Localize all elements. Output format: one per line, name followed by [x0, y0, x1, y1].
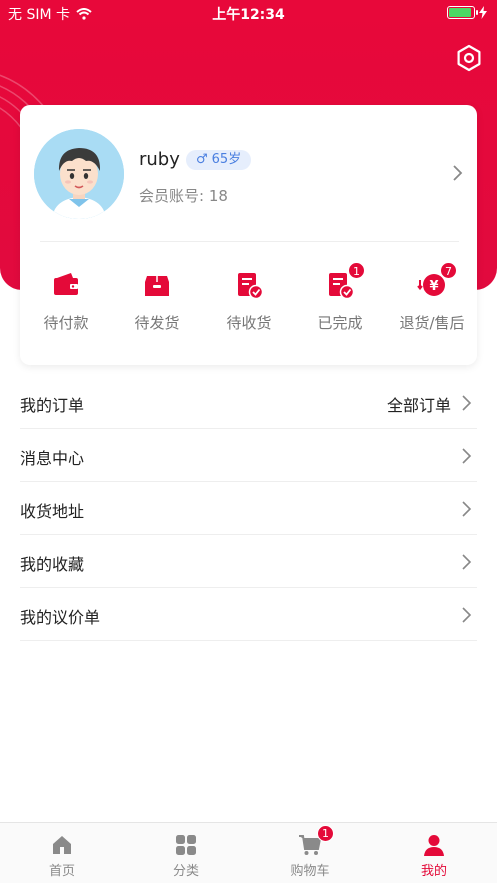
- cart-count-badge: 1: [317, 825, 334, 842]
- menu-item-label: 我的议价单: [20, 608, 101, 627]
- menu-item-price-negotiations[interactable]: 我的议价单: [20, 588, 477, 641]
- order-status-label: 待收货: [226, 314, 272, 332]
- wallet-icon: [51, 270, 81, 300]
- chevron-right-icon: [462, 395, 472, 411]
- order-status-label: 退货/售后: [399, 314, 465, 332]
- menu-item-label: 我的收藏: [20, 555, 85, 574]
- tab-label: 分类: [172, 864, 199, 879]
- male-gender-icon: ♂: [196, 152, 208, 167]
- battery-indicator: [447, 6, 487, 19]
- avatar-boy-icon: [34, 129, 124, 219]
- member-account-label: 会员账号:: [139, 187, 205, 205]
- order-status-pending-receipt[interactable]: 待收货: [203, 270, 295, 340]
- order-status-row: 待付款 待发货 待收货 1 已完成 ¥ 7 退货/售后: [20, 262, 478, 340]
- tab-cart[interactable]: 1 购物车: [248, 823, 372, 883]
- order-status-refund-aftersale[interactable]: ¥ 7 退货/售后: [386, 262, 478, 340]
- cart-icon: 1: [298, 825, 334, 857]
- menu-item-message-center[interactable]: 消息中心: [20, 429, 477, 482]
- order-count-badge: 1: [348, 262, 365, 279]
- profile-detail-button[interactable]: [450, 163, 466, 183]
- menu-item-label: 我的订单: [20, 396, 85, 415]
- status-time: 上午12:34: [212, 7, 285, 23]
- receipt-check-icon: [234, 270, 264, 300]
- battery-level-fill: [449, 8, 471, 17]
- bottom-tab-bar: 首页 分类 1 购物车 我的: [0, 822, 497, 883]
- chevron-right-icon: [453, 165, 463, 181]
- order-status-label: 待付款: [43, 314, 89, 332]
- chevron-right-icon: [462, 607, 472, 623]
- profile-card: ruby ♂ 65岁 会员账号: 18 待付款 待发货 待收货 1 已完成 ¥ …: [20, 105, 477, 365]
- svg-text:¥: ¥: [429, 279, 438, 294]
- home-icon: [50, 833, 74, 857]
- avatar[interactable]: [34, 129, 124, 219]
- menu-item-label: 收货地址: [20, 502, 85, 521]
- package-icon: [142, 270, 172, 300]
- order-count-badge: 7: [440, 262, 457, 279]
- order-status-pending-shipment[interactable]: 待发货: [111, 270, 203, 340]
- charging-bolt-icon: [479, 6, 487, 19]
- completed-check-icon: 1: [325, 262, 365, 300]
- order-status-label: 待发货: [134, 314, 180, 332]
- tab-category[interactable]: 分类: [124, 823, 248, 883]
- member-account: 会员账号: 18: [139, 185, 228, 206]
- menu-list: 我的订单 全部订单 消息中心 收货地址 我的收藏 我的议价单: [20, 376, 477, 641]
- category-grid-icon: [174, 833, 198, 857]
- gender-age-tag: ♂ 65岁: [186, 150, 252, 170]
- chevron-right-icon: [462, 554, 472, 570]
- status-bar: 无 SIM 卡 上午12:34: [0, 0, 497, 26]
- menu-item-shipping-address[interactable]: 收货地址: [20, 482, 477, 535]
- menu-item-label: 消息中心: [20, 449, 85, 468]
- tab-label: 购物车: [290, 864, 330, 879]
- settings-hexagon-icon: [457, 44, 481, 72]
- divider: [40, 241, 459, 242]
- chevron-right-icon: [462, 448, 472, 464]
- menu-item-favorites[interactable]: 我的收藏: [20, 535, 477, 588]
- member-account-number: 18: [208, 187, 228, 205]
- menu-item-my-orders[interactable]: 我的订单 全部订单: [20, 376, 477, 429]
- user-icon: [422, 833, 446, 857]
- settings-button[interactable]: [455, 44, 483, 72]
- refund-yen-icon: ¥ 7: [417, 262, 457, 300]
- tab-label: 首页: [48, 864, 75, 879]
- order-status-label: 已完成: [317, 314, 363, 332]
- order-status-pending-payment[interactable]: 待付款: [20, 270, 112, 340]
- age-label: 65岁: [211, 152, 242, 167]
- tab-label: 我的: [420, 864, 447, 879]
- order-status-completed[interactable]: 1 已完成: [294, 262, 386, 340]
- all-orders-link[interactable]: 全部订单: [387, 392, 451, 416]
- chevron-right-icon: [462, 501, 472, 517]
- tab-home[interactable]: 首页: [0, 823, 124, 883]
- battery-icon: [447, 6, 478, 19]
- username: ruby: [139, 149, 180, 170]
- tab-profile[interactable]: 我的: [372, 823, 496, 883]
